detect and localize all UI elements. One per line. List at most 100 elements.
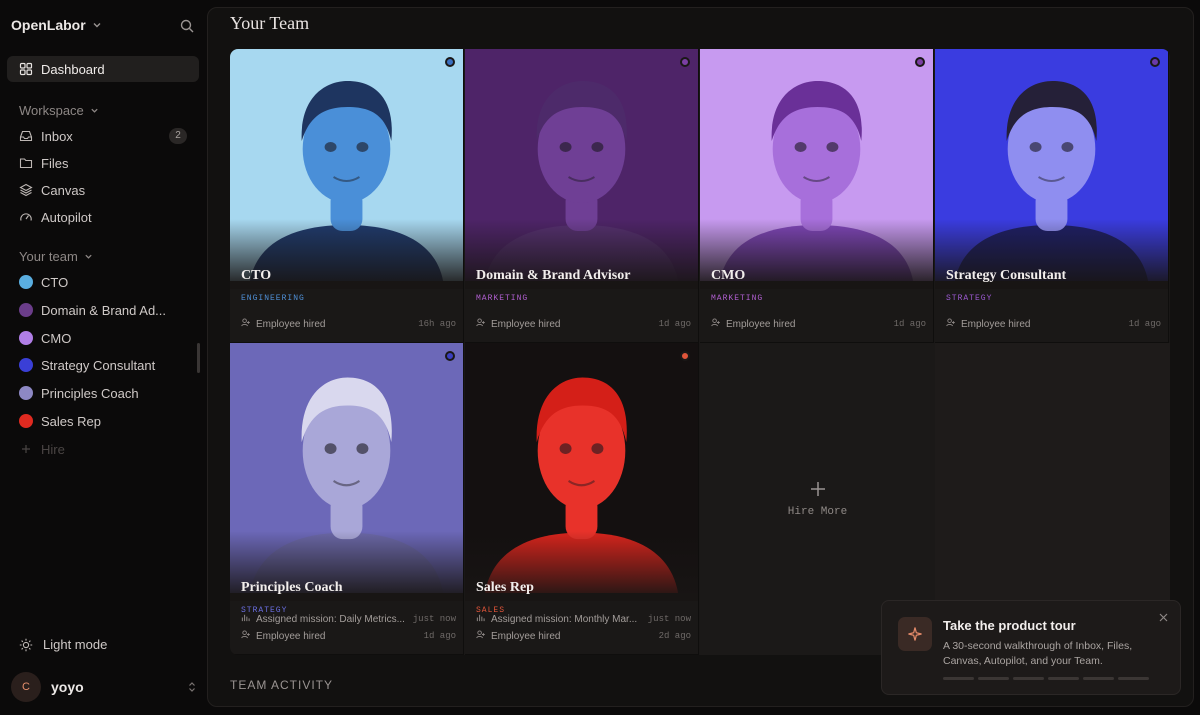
department-label: MARKETING — [711, 294, 764, 303]
nav-dashboard[interactable]: Dashboard — [7, 56, 199, 82]
sidebar-item-label: Domain & Brand Ad... — [41, 302, 167, 318]
tour-step-indicator — [1048, 677, 1079, 680]
avatar — [19, 358, 33, 372]
activity-time: 1d ago — [658, 319, 691, 329]
workspace-section-toggle[interactable]: Workspace — [19, 103, 99, 118]
status-dot — [680, 57, 690, 67]
team-card[interactable]: Principles Coach STRATEGY Assigned mission… — [230, 343, 464, 655]
search-icon[interactable] — [179, 18, 195, 34]
department-label: STRATEGY — [946, 294, 993, 303]
sparkle-icon — [898, 617, 932, 651]
nav-autopilot-label: Autopilot — [41, 209, 92, 225]
avatar — [19, 275, 33, 289]
activity-time: 1d ago — [893, 319, 926, 329]
employee-role: Strategy Consultant — [946, 268, 1067, 283]
user-name: yoyo — [51, 679, 84, 695]
tour-step-indicator — [1083, 677, 1114, 680]
tour-progress — [943, 677, 1149, 680]
inbox-count-badge: 2 — [169, 128, 187, 144]
nav-canvas-label: Canvas — [41, 182, 86, 198]
hire-more-label: Hire More — [787, 506, 848, 518]
close-icon[interactable] — [1159, 613, 1168, 622]
activity-text: Employee hired — [491, 630, 561, 642]
tour-title: Take the product tour — [943, 618, 1076, 633]
nav-dashboard-label: Dashboard — [41, 61, 105, 77]
team-card[interactable]: Domain & Brand Advisor MARKETING Employee … — [465, 49, 699, 343]
sidebar-scrollbar[interactable] — [197, 343, 200, 373]
nav-autopilot[interactable]: Autopilot — [7, 204, 199, 230]
sidebar-item-label: Strategy Consultant — [41, 357, 156, 373]
status-dot — [445, 57, 455, 67]
tour-step-indicator — [1013, 677, 1044, 680]
workspace-section-label: Workspace — [19, 103, 84, 118]
tour-step-indicator — [1118, 677, 1149, 680]
user-plus-icon — [241, 630, 250, 642]
sidebar-item-label: CMO — [41, 330, 72, 346]
activity-row: Employee hired 1d ago — [946, 317, 1161, 331]
avatar: C — [11, 672, 41, 702]
employee-role: CTO — [241, 268, 272, 283]
nav-files-label: Files — [41, 155, 69, 171]
sidebar-item-domain-brand-advisor[interactable]: Domain & Brand Ad... — [19, 299, 199, 321]
nav-inbox[interactable]: Inbox 2 — [7, 123, 199, 149]
activity-text: Employee hired — [256, 318, 326, 330]
nav-canvas[interactable]: Canvas — [7, 177, 199, 203]
team-card[interactable]: Sales Rep SALES Assigned mission: Monthly … — [465, 343, 699, 655]
activity-row: Employee hired 1d ago — [241, 629, 456, 643]
sidebar-item-sales-rep[interactable]: Sales Rep — [19, 410, 199, 432]
sidebar-item-hire[interactable]: Hire — [19, 438, 199, 460]
sidebar: OpenLabor Dashboard Workspace Inbox 2 Fi… — [0, 0, 207, 715]
activity-text: Employee hired — [961, 318, 1031, 330]
workspace-switcher[interactable]: OpenLabor — [11, 17, 102, 33]
light-mode-toggle[interactable]: Light mode — [19, 637, 107, 652]
activity-time: 1d ago — [423, 631, 456, 641]
chevron-down-icon — [85, 254, 92, 259]
team-section-label: Your team — [19, 249, 78, 264]
chevron-down-icon — [91, 108, 98, 113]
page-title: Your Team — [230, 13, 310, 33]
product-tour-toast[interactable]: Take the product tour A 30-second walkth… — [881, 600, 1181, 695]
team-card[interactable]: CMO MARKETING Employee hired 1d ago — [700, 49, 934, 343]
user-plus-icon — [476, 630, 485, 642]
activity-time: 16h ago — [418, 319, 456, 329]
sidebar-item-principles-coach[interactable]: Principles Coach — [19, 382, 199, 404]
folder-icon — [19, 158, 33, 169]
activity-text: Employee hired — [491, 318, 561, 330]
sidebar-item-cto[interactable]: CTO — [19, 271, 199, 293]
activity-time: just now — [647, 614, 691, 624]
chart-icon — [241, 613, 250, 625]
activity-text: Employee hired — [256, 630, 326, 642]
light-mode-label: Light mode — [43, 637, 108, 652]
sidebar-item-label: Hire — [41, 441, 65, 457]
nav-files[interactable]: Files — [7, 150, 199, 176]
user-menu[interactable]: C yoyo — [11, 672, 197, 702]
team-card[interactable]: CTO ENGINEERING Employee hired 16h ago — [230, 49, 464, 343]
sidebar-item-label: CTO — [41, 274, 69, 290]
user-plus-icon — [946, 318, 955, 330]
layers-icon — [19, 183, 33, 197]
activity-time: 2d ago — [658, 631, 691, 641]
team-grid: Hire More CTO ENGINEERING Employee hired 16… — [230, 49, 1170, 655]
plus-icon — [810, 482, 825, 496]
team-section-toggle[interactable]: Your team — [19, 249, 93, 264]
tour-step-indicator — [943, 677, 974, 680]
chevron-down-icon — [93, 23, 101, 28]
avatar — [19, 386, 33, 400]
chevron-updown-icon — [189, 682, 195, 692]
activity-text: Assigned mission: Monthly Mar... — [491, 613, 638, 625]
team-card[interactable]: Strategy Consultant STRATEGY Employee hire… — [935, 49, 1169, 343]
activity-row: Employee hired 1d ago — [476, 317, 691, 331]
status-dot — [915, 57, 925, 67]
activity-row: Employee hired 2d ago — [476, 629, 691, 643]
sidebar-item-cmo[interactable]: CMO — [19, 327, 199, 349]
status-dot — [1150, 57, 1160, 67]
activity-row: Employee hired 1d ago — [711, 317, 926, 331]
chart-icon — [476, 613, 485, 625]
avatar — [19, 414, 33, 428]
sidebar-item-strategy-consultant[interactable]: Strategy Consultant — [19, 354, 199, 376]
status-dot — [680, 351, 690, 361]
team-activity-heading: TEAM ACTIVITY — [230, 678, 334, 692]
activity-text: Assigned mission: Daily Metrics... — [256, 613, 405, 625]
sidebar-item-label: Principles Coach — [41, 385, 139, 401]
user-plus-icon — [241, 318, 250, 330]
